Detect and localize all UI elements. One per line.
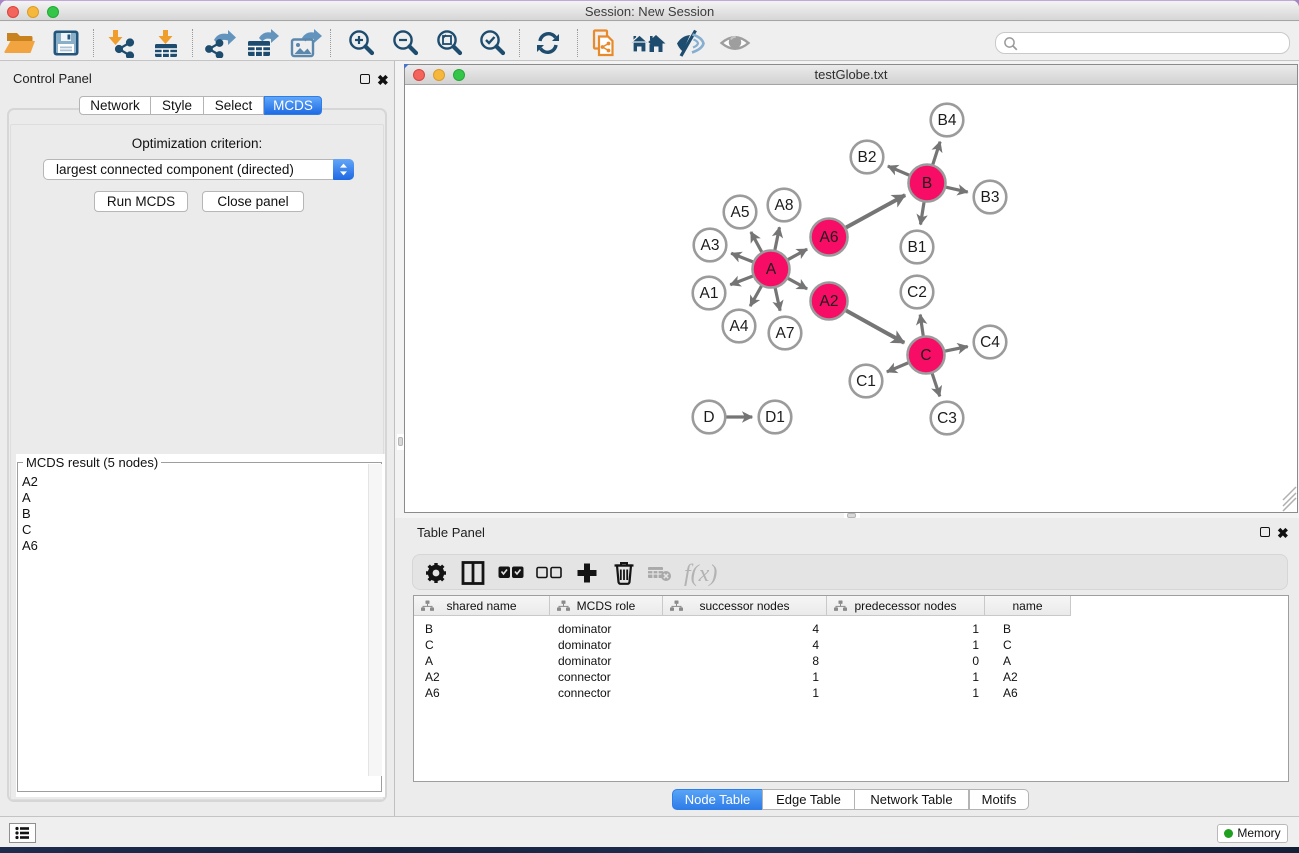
svg-text:A8: A8 (775, 197, 794, 214)
svg-text:B4: B4 (938, 112, 957, 129)
svg-text:A2: A2 (820, 293, 839, 310)
svg-text:C3: C3 (937, 410, 957, 427)
svg-text:A6: A6 (820, 229, 839, 246)
svg-text:C2: C2 (907, 284, 927, 301)
svg-text:A: A (766, 261, 777, 278)
svg-text:D: D (703, 409, 714, 426)
svg-text:A4: A4 (730, 318, 749, 335)
svg-text:D1: D1 (765, 409, 785, 426)
svg-text:C1: C1 (856, 373, 876, 390)
svg-text:f(x): f(x) (684, 561, 717, 587)
svg-text:C: C (920, 347, 931, 364)
svg-text:B3: B3 (981, 189, 1000, 206)
svg-text:A3: A3 (701, 237, 720, 254)
svg-text:B: B (922, 175, 932, 192)
svg-text:B2: B2 (858, 149, 877, 166)
svg-text:A7: A7 (776, 325, 795, 342)
svg-text:A1: A1 (700, 285, 719, 302)
svg-text:B1: B1 (908, 239, 927, 256)
svg-text:C4: C4 (980, 334, 1000, 351)
svg-text:A5: A5 (731, 204, 750, 221)
